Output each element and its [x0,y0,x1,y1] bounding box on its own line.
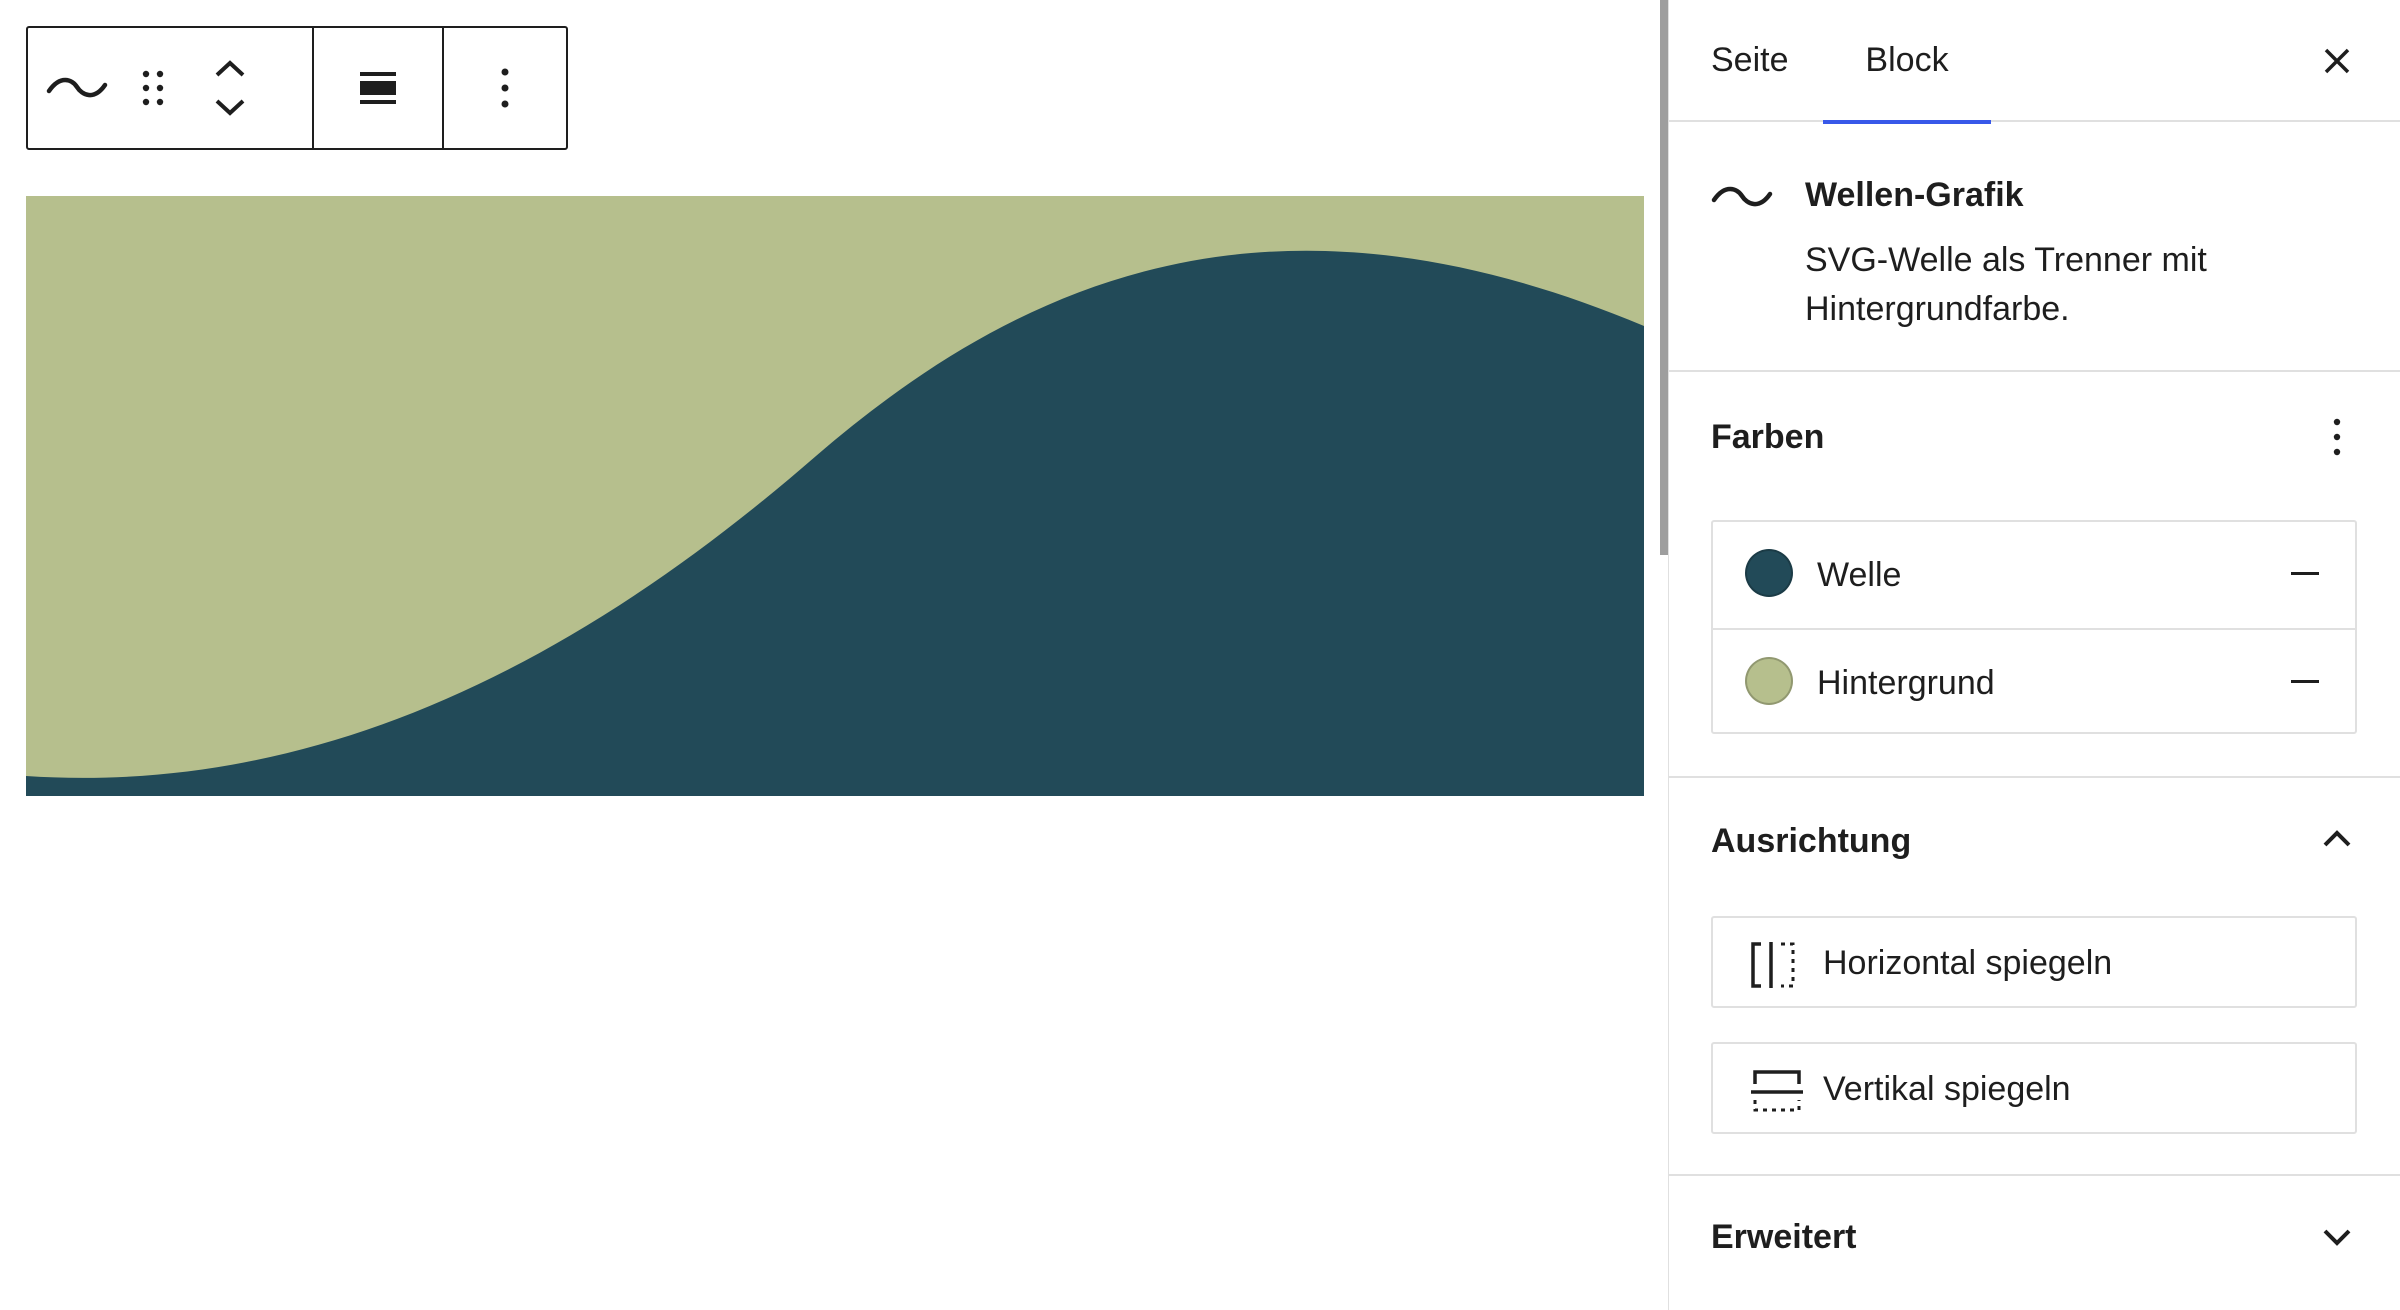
reset-color-icon[interactable] [2291,680,2319,683]
close-icon [2324,48,2350,74]
move-down-button[interactable] [213,97,247,117]
canvas-scrollbar[interactable] [1660,0,1668,555]
block-card-title: Wellen-Grafik [1805,176,2024,214]
wave-block[interactable] [26,196,1644,796]
colors-panel-title: Farben [1711,418,1825,456]
align-full-icon [360,72,396,104]
drag-handle-button[interactable] [126,28,180,148]
flip-vertical-icon [1751,1070,1803,1112]
wave-icon [46,77,108,98]
chevron-up-icon [2323,830,2351,847]
orientation-panel-title[interactable]: Ausrichtung [1711,822,1911,861]
block-card-description: SVG-Welle als Trenner mit Hintergrundfar… [1805,241,2207,328]
divider [1669,370,2400,372]
more-options-icon [2333,418,2341,456]
advanced-toggle-button[interactable] [2314,1214,2360,1260]
flip-horizontal-button[interactable]: Horizontal spiegeln [1711,916,2357,1008]
tab-block[interactable]: Block [1823,0,1991,124]
flip-horizontal-label: Horizontal spiegeln [1823,944,2113,982]
reset-color-icon[interactable] [2291,572,2319,575]
align-button[interactable] [358,68,398,108]
move-up-button[interactable] [213,59,247,79]
tab-block-label: Block [1865,41,1949,79]
block-toolbar [26,26,568,150]
active-tab-indicator [1823,120,1991,124]
settings-sidebar: Seite Block Wellen-Grafik SVG-Welle als … [1668,0,2400,1310]
move-up-icon [215,60,245,77]
options-button[interactable] [499,66,511,110]
mover-group [180,28,280,148]
move-down-icon [215,99,245,116]
tab-seite[interactable]: Seite [1711,0,1789,122]
divider [1669,1174,2400,1176]
divider [1669,776,2400,778]
orientation-toggle-button[interactable] [2314,816,2360,862]
sidebar-tabs: Seite Block [1669,0,2400,124]
toolbar-align-group [314,28,444,148]
toolbar-block-group [28,28,314,148]
more-options-icon [501,68,509,108]
color-item-hintergrund[interactable]: Hintergrund [1713,628,2355,736]
close-sidebar-button[interactable] [2314,38,2360,84]
chevron-down-icon [2323,1229,2351,1246]
color-list: Welle Hintergrund [1711,520,2357,734]
drag-handle-icon [142,70,164,106]
color-swatch-welle [1745,549,1793,597]
toolbar-options-group [444,28,566,148]
color-item-welle[interactable]: Welle [1713,522,2355,628]
flip-vertical-button[interactable]: Vertikal spiegeln [1711,1042,2357,1134]
flip-vertical-label: Vertikal spiegeln [1823,1070,2071,1108]
wave-icon [1711,186,1773,207]
block-type-button[interactable] [28,28,126,148]
wave-graphic [26,196,1644,796]
colors-options-button[interactable] [2314,414,2360,460]
editor-canvas [0,0,1660,1310]
color-label: Welle [1817,556,1902,594]
color-label: Hintergrund [1817,664,1995,702]
color-swatch-hintergrund [1745,657,1793,705]
flip-horizontal-icon [1751,942,1795,988]
advanced-panel-title[interactable]: Erweitert [1711,1218,1857,1257]
